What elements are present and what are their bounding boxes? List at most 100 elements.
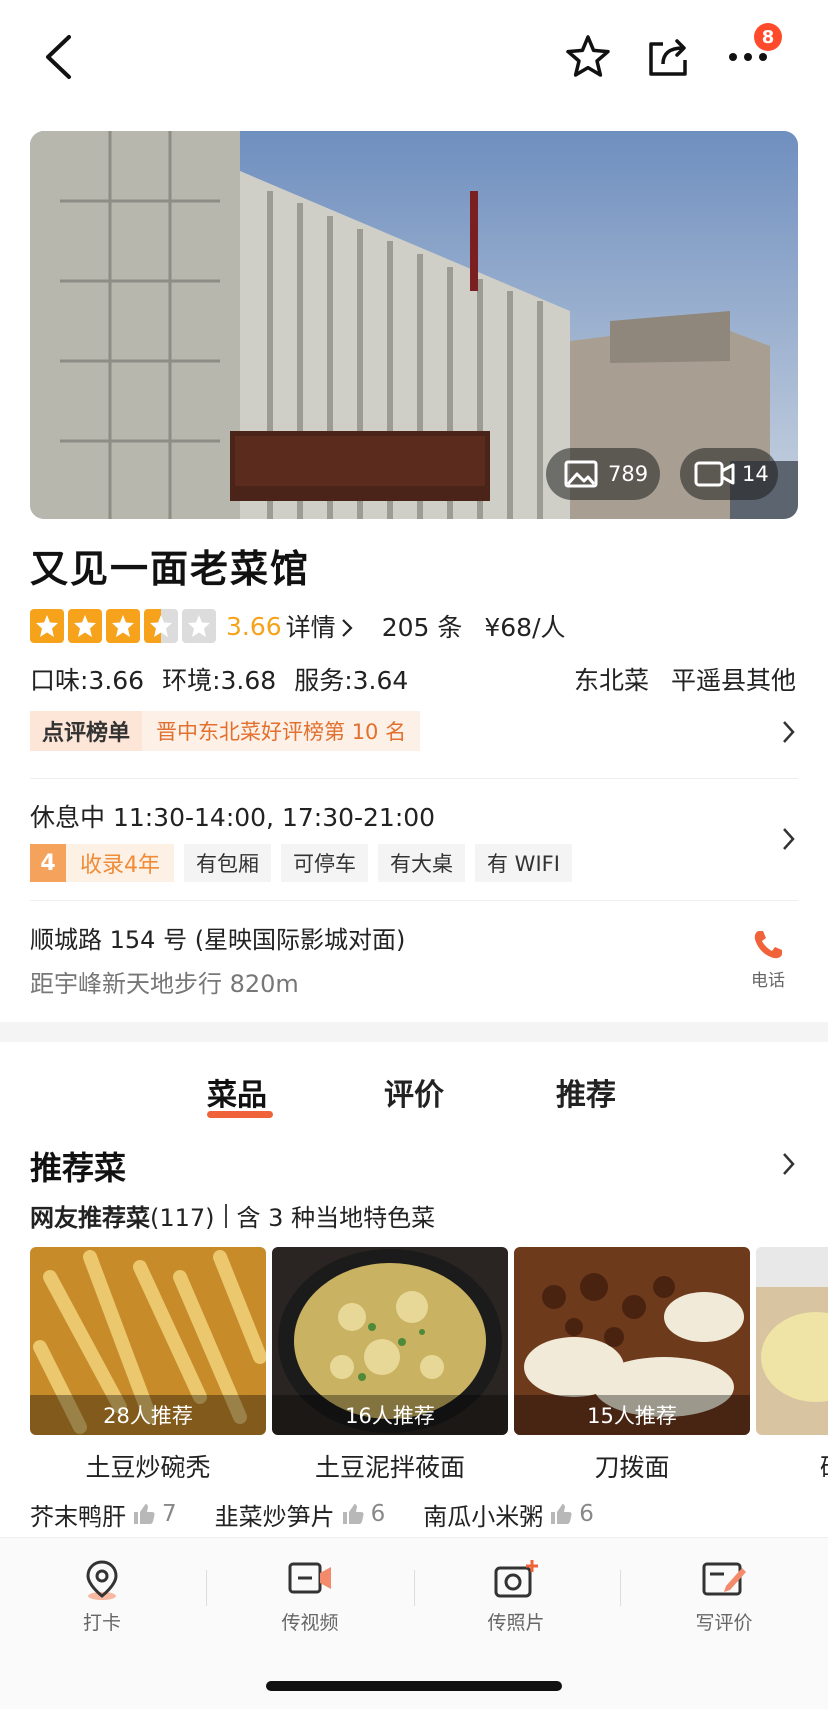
dish-name[interactable]: 土豆泥拌莜面 <box>272 1448 508 1484</box>
camera-plus-icon <box>494 1560 538 1598</box>
facility-tags: 4 收录4年 有包厢 可停车 有大桌 有 WIFI <box>30 844 572 882</box>
dish-name[interactable]: 砂 <box>756 1448 828 1484</box>
divider <box>30 778 798 779</box>
dish-card[interactable]: 15人推荐 <box>514 1247 750 1435</box>
section-separator <box>0 1022 828 1042</box>
thumbs-up-icon <box>551 1504 572 1524</box>
back-button[interactable] <box>28 22 88 92</box>
photo-count: 789 <box>608 462 649 486</box>
separator <box>620 1570 621 1606</box>
tag-large-table: 有大桌 <box>378 844 465 882</box>
sub-scores: 口味:3.66 环境:3.68 服务:3.64 <box>30 661 408 697</box>
dish-carousel: 28人推荐 16人推荐 15人推荐 <box>30 1247 828 1437</box>
years-number: 4 <box>30 844 66 882</box>
checkin-button[interactable]: 打卡 <box>42 1558 162 1635</box>
video-count-pill[interactable]: 14 <box>680 448 778 500</box>
opening-hours[interactable]: 休息中 11:30-14:00, 17:30-21:00 <box>30 798 435 834</box>
dish-recommend-count: 28人推荐 <box>30 1395 266 1435</box>
half-star-icon <box>144 609 178 643</box>
rating-detail-label: 详情 <box>285 613 336 642</box>
years-listed-badge: 4 收录4年 <box>30 844 174 882</box>
dish-card[interactable]: 16人推荐 <box>272 1247 508 1435</box>
rank-text: 晋中东北菜好评榜第 10 名 <box>142 711 421 751</box>
thumbs-up-icon <box>134 1504 155 1524</box>
image-icon <box>564 460 598 488</box>
upload-video-button[interactable]: 传视频 <box>250 1558 370 1635</box>
cuisine-type: 东北菜 <box>573 666 649 695</box>
phone-icon <box>754 931 782 959</box>
dish-recommend-count: 15人推荐 <box>514 1395 750 1435</box>
video-upload-icon <box>288 1562 331 1594</box>
dish-card[interactable]: 28人推荐 <box>30 1247 266 1435</box>
checkin-label: 打卡 <box>82 1612 121 1634</box>
more-dish-item[interactable]: 芥末鸭肝 7 <box>30 1497 177 1532</box>
more-dish-item[interactable]: 韭菜炒笋片 6 <box>215 1497 386 1532</box>
hours-chevron-icon[interactable] <box>776 827 800 851</box>
empty-star-icon <box>182 609 216 643</box>
separator <box>414 1570 415 1606</box>
edit-review-icon <box>702 1562 746 1596</box>
dishes-subtitle: 网友推荐菜(117) 含 3 种当地特色菜 <box>30 1198 435 1233</box>
phone-button[interactable]: 电话 <box>738 928 798 991</box>
service-score: 服务:3.64 <box>294 666 409 695</box>
video-count: 14 <box>742 462 769 486</box>
dishes-chevron-icon[interactable] <box>776 1152 800 1176</box>
dish-name[interactable]: 刀拨面 <box>514 1448 750 1484</box>
star-rating <box>30 609 216 643</box>
more-dish-likes: 6 <box>370 1501 386 1527</box>
more-dots-icon <box>729 53 767 61</box>
location-pin-icon <box>86 1560 118 1600</box>
rank-tag: 点评榜单 <box>30 711 143 751</box>
tab-reviews[interactable]: 评价 <box>384 1070 444 1114</box>
rank-chevron-icon[interactable] <box>776 720 800 744</box>
upload-photo-label: 传照片 <box>487 1612 545 1634</box>
address[interactable]: 顺城路 154 号 (星映国际影城对面) <box>30 920 405 955</box>
rating-row: 3.66 详情 205 条 ¥68/人 <box>30 606 566 646</box>
tab-dishes[interactable]: 菜品 <box>207 1070 267 1114</box>
dish-name[interactable]: 土豆炒碗秃 <box>30 1448 266 1484</box>
divider <box>30 900 798 901</box>
environment-score: 环境:3.68 <box>162 666 277 695</box>
video-icon <box>694 461 735 487</box>
upload-photo-button[interactable]: 传照片 <box>456 1558 576 1635</box>
upload-video-label: 传视频 <box>281 1612 339 1634</box>
rating-detail-link[interactable]: 详情 <box>286 608 354 644</box>
content-tabs: 菜品 评价 推荐 <box>0 1070 828 1140</box>
favorite-button[interactable] <box>555 26 621 88</box>
chevron-right-icon <box>341 619 353 637</box>
dish-card[interactable] <box>756 1247 828 1435</box>
dish-recommend-count: 16人推荐 <box>272 1395 508 1435</box>
star-icon <box>30 609 64 643</box>
dish-photo <box>756 1247 828 1435</box>
photo-count-pill[interactable]: 789 <box>546 448 660 500</box>
tag-parking: 可停车 <box>281 844 368 882</box>
more-dish-name: 韭菜炒笋片 <box>214 1502 335 1531</box>
taste-score: 口味:3.66 <box>30 666 145 695</box>
share-button[interactable] <box>635 26 701 88</box>
recommended-dishes-title: 推荐菜 <box>30 1149 127 1187</box>
separator <box>206 1570 207 1606</box>
tab-recommend[interactable]: 推荐 <box>556 1070 616 1114</box>
more-dishes-row: 芥末鸭肝 7 韭菜炒笋片 6 南瓜小米粥 6 <box>30 1497 632 1531</box>
separator <box>224 1203 227 1228</box>
star-outline-icon <box>566 35 610 77</box>
dishes-sub-label: 网友推荐菜 <box>30 1204 150 1232</box>
price-per-person: ¥68/人 <box>484 613 566 642</box>
cuisine-info: 东北菜 平遥县其他 <box>574 661 796 697</box>
dishes-sub-extra: 含 3 种当地特色菜 <box>236 1204 436 1232</box>
more-dish-item[interactable]: 南瓜小米粥 6 <box>423 1497 594 1532</box>
share-icon <box>649 39 687 76</box>
chevron-left-icon <box>46 35 71 79</box>
thumbs-up-icon <box>342 1504 364 1524</box>
star-icon <box>68 609 102 643</box>
star-icon <box>106 609 140 643</box>
tag-wifi: 有 WIFI <box>475 844 572 882</box>
shop-name: 又见一面老菜馆 <box>30 547 311 591</box>
phone-label: 电话 <box>751 971 785 991</box>
write-review-button[interactable]: 写评价 <box>664 1558 784 1635</box>
rank-banner[interactable]: 点评榜单 晋中东北菜好评榜第 10 名 <box>30 711 421 751</box>
more-dish-name: 芥末鸭肝 <box>30 1502 126 1531</box>
years-label: 收录4年 <box>66 844 174 882</box>
more-dish-name: 南瓜小米粥 <box>423 1502 544 1531</box>
review-count[interactable]: 205 条 <box>382 608 463 644</box>
